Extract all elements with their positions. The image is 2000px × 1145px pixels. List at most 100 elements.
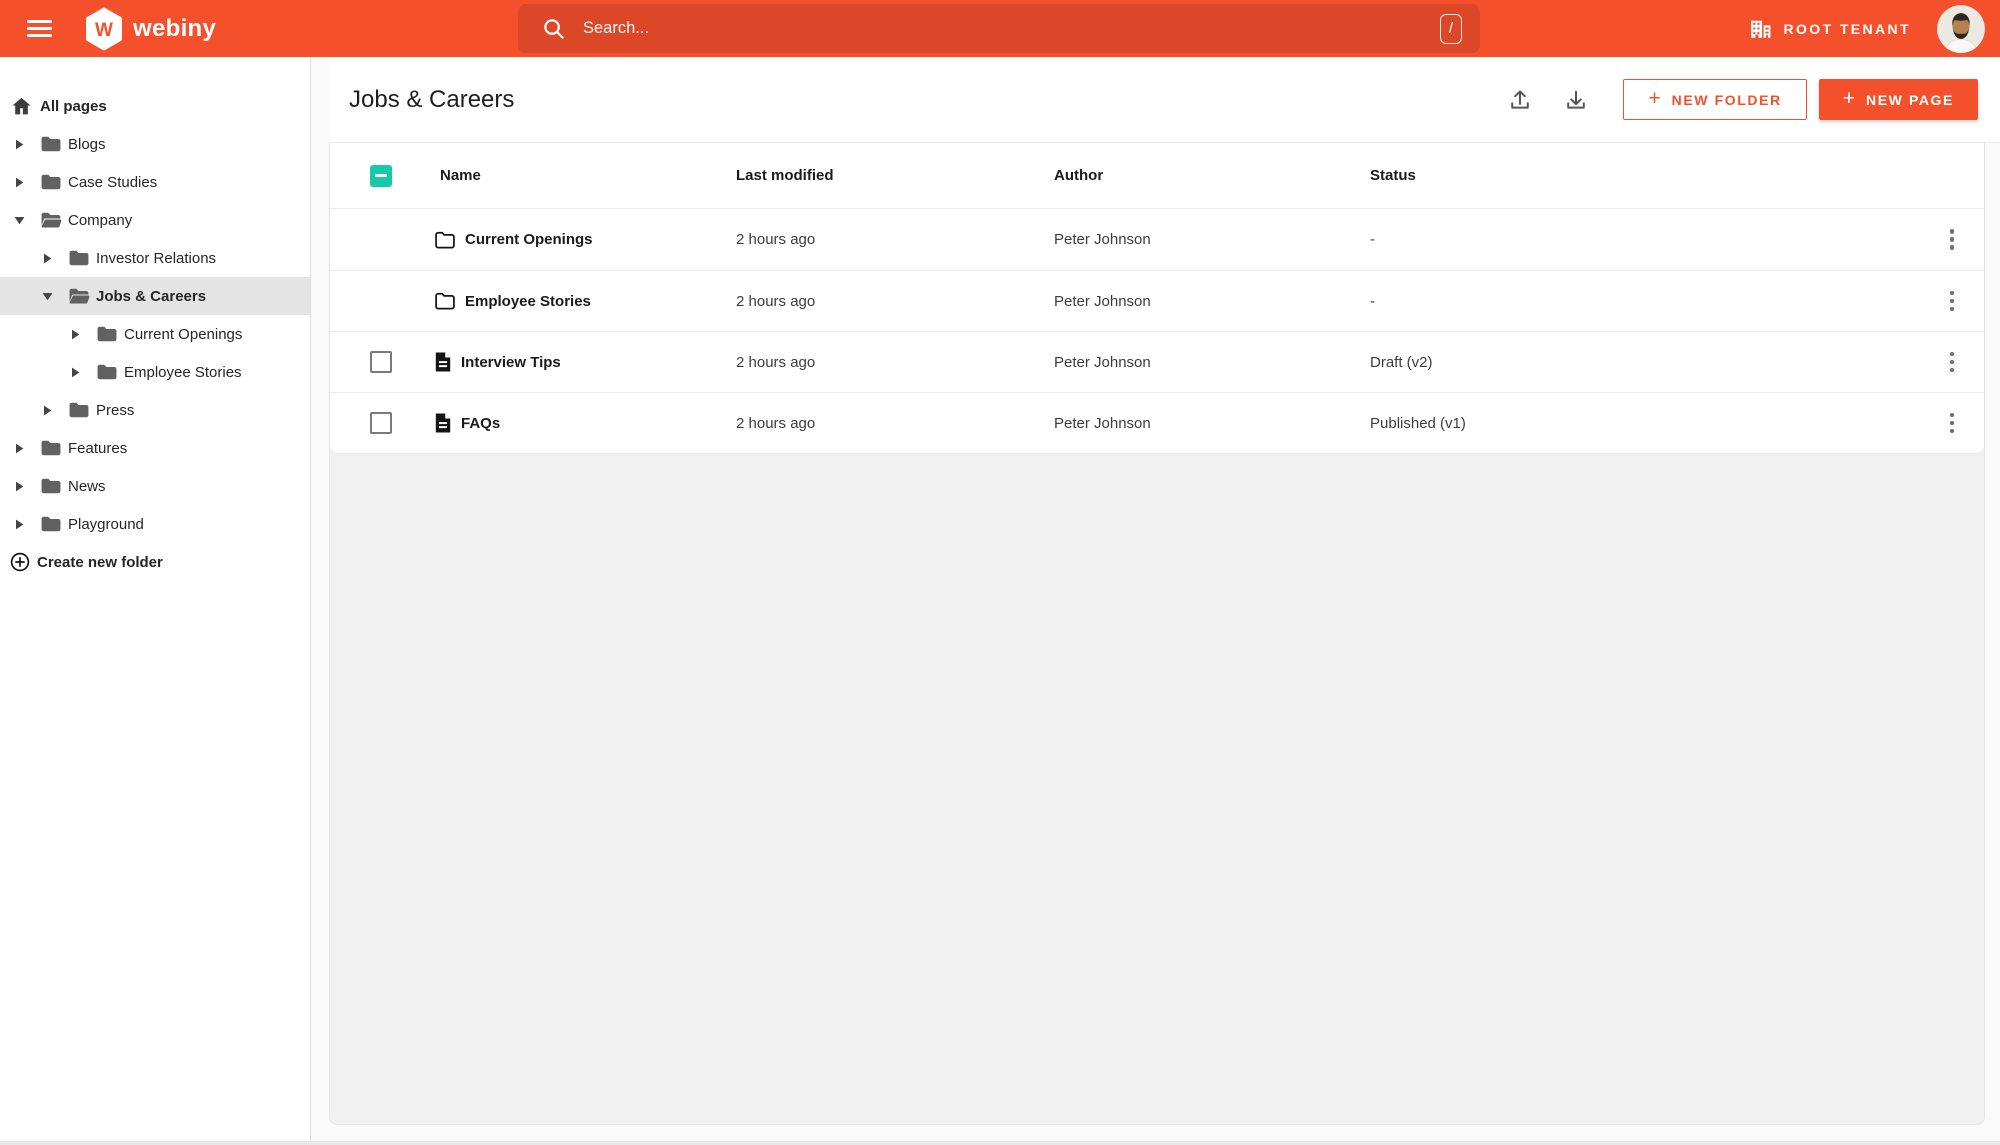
row-name: Interview Tips <box>461 353 561 371</box>
webiny-logo: W webiny <box>84 7 216 51</box>
new-folder-label: NEW FOLDER <box>1671 91 1782 108</box>
caret-right-icon[interactable] <box>14 177 25 188</box>
caret-right-icon[interactable] <box>42 253 53 264</box>
create-new-folder-button[interactable]: Create new folder <box>0 543 310 581</box>
sidebar-item-case-studies[interactable]: Case Studies <box>0 163 310 201</box>
sidebar-item-jobs-careers[interactable]: Jobs & Careers <box>0 277 310 315</box>
caret-right-icon[interactable] <box>70 367 81 378</box>
folder-closed-icon <box>96 325 118 343</box>
folder-open-icon <box>68 287 90 305</box>
table-row[interactable]: Current Openings 2 hours ago Peter Johns… <box>330 209 1984 270</box>
page-title: Jobs & Careers <box>349 85 515 113</box>
sidebar-item-company[interactable]: Company <box>0 201 310 239</box>
create-folder-label: Create new folder <box>37 553 163 571</box>
sidebar-item-label: Press <box>96 401 135 419</box>
folder-closed-icon <box>40 477 62 495</box>
caret-right-icon[interactable] <box>42 405 53 416</box>
row-checkbox[interactable] <box>370 412 392 434</box>
sidebar-item-employee-stories[interactable]: Employee Stories <box>0 353 310 391</box>
building-icon <box>1751 20 1771 38</box>
select-all-checkbox[interactable] <box>370 164 392 187</box>
svg-text:W: W <box>95 20 113 41</box>
content-header: Jobs & Careers + NEW FOLDER + NEW PAGE <box>329 57 2000 143</box>
caret-down-icon[interactable] <box>42 292 53 301</box>
document-icon <box>435 413 451 433</box>
kebab-menu-icon[interactable] <box>1942 221 1962 257</box>
row-author: Peter Johnson <box>1054 414 1151 432</box>
search-icon <box>544 19 564 39</box>
download-icon <box>1567 90 1586 109</box>
search-bar[interactable]: / <box>518 4 1480 53</box>
sidebar-item-news[interactable]: News <box>0 467 310 505</box>
upload-icon <box>1511 89 1530 109</box>
sidebar-item-label: Investor Relations <box>96 249 217 267</box>
folder-closed-icon <box>96 363 118 381</box>
sidebar-item-investor-relations[interactable]: Investor Relations <box>0 239 310 277</box>
kebab-menu-icon[interactable] <box>1942 283 1962 319</box>
row-author: Peter Johnson <box>1054 353 1151 371</box>
document-icon <box>435 352 451 372</box>
import-button[interactable] <box>1555 79 1597 121</box>
sidebar-item-label: Blogs <box>68 135 106 153</box>
export-button[interactable] <box>1499 79 1541 121</box>
tenant-selector[interactable]: ROOT TENANT <box>1748 16 1911 41</box>
sidebar-item-label: Playground <box>68 515 144 533</box>
folder-closed-icon <box>68 249 90 267</box>
sidebar-item-blogs[interactable]: Blogs <box>0 125 310 163</box>
caret-right-icon[interactable] <box>14 443 25 454</box>
row-status: Draft (v2) <box>1370 353 1433 371</box>
circle-plus-icon <box>10 552 30 572</box>
caret-right-icon[interactable] <box>14 481 25 492</box>
sidebar-item-features[interactable]: Features <box>0 429 310 467</box>
column-header-status: Status <box>1370 167 1416 184</box>
bottom-edge-strip <box>0 1141 2000 1145</box>
search-input[interactable] <box>583 19 1440 38</box>
folder-closed-icon <box>68 401 90 419</box>
plus-icon: + <box>1842 87 1855 110</box>
row-last-modified: 2 hours ago <box>736 292 816 310</box>
row-author: Peter Johnson <box>1054 231 1151 248</box>
table-header-row: Name Last modified Author Status <box>330 143 1984 209</box>
caret-right-icon[interactable] <box>70 329 81 340</box>
main-content: Jobs & Careers + NEW FOLDER + NEW PAGE N… <box>329 57 2000 1145</box>
sidebar-item-label: News <box>68 477 106 495</box>
app-bar: W webiny / ROOT TENANT <box>0 0 2000 57</box>
table-row[interactable]: Employee Stories 2 hours ago Peter Johns… <box>330 270 1984 331</box>
caret-down-icon[interactable] <box>14 216 25 225</box>
folder-closed-icon <box>40 135 62 153</box>
webiny-hexagon-icon: W <box>86 7 122 50</box>
sidebar-item-current-openings[interactable]: Current Openings <box>0 315 310 353</box>
home-icon <box>12 97 31 114</box>
folder-open-icon <box>40 211 62 229</box>
sidebar-item-playground[interactable]: Playground <box>0 505 310 543</box>
sidebar-item-press[interactable]: Press <box>0 391 310 429</box>
sidebar-item-label: Features <box>68 439 128 457</box>
sidebar-item-label: Company <box>68 211 133 229</box>
kebab-menu-icon[interactable] <box>1942 344 1962 380</box>
new-folder-button[interactable]: + NEW FOLDER <box>1623 79 1807 120</box>
caret-right-icon[interactable] <box>14 519 25 530</box>
row-name: Employee Stories <box>465 292 591 310</box>
row-last-modified: 2 hours ago <box>736 414 816 432</box>
folder-outline-icon <box>435 231 455 248</box>
row-checkbox[interactable] <box>370 351 392 373</box>
caret-right-icon[interactable] <box>14 139 25 150</box>
row-author: Peter Johnson <box>1054 292 1151 310</box>
row-last-modified: 2 hours ago <box>736 353 816 371</box>
sidebar-item-label: Jobs & Careers <box>96 287 207 305</box>
sidebar-item-all-pages[interactable]: All pages <box>0 87 310 125</box>
search-shortcut-badge: / <box>1440 13 1462 44</box>
table-row[interactable]: FAQs 2 hours ago Peter Johnson Published… <box>330 392 1984 453</box>
folder-tree-sidebar: All pages Blogs Case Studies Company Inv… <box>0 57 311 1141</box>
plus-icon: + <box>1648 87 1661 110</box>
kebab-menu-icon[interactable] <box>1942 405 1962 441</box>
folder-closed-icon <box>40 439 62 457</box>
row-status: Published (v1) <box>1370 414 1466 432</box>
user-avatar[interactable] <box>1937 4 1985 53</box>
hamburger-menu-icon[interactable] <box>16 9 62 49</box>
new-page-button[interactable]: + NEW PAGE <box>1818 79 1978 120</box>
row-name: FAQs <box>461 414 501 432</box>
sidebar-item-label: Case Studies <box>68 173 158 191</box>
table-row[interactable]: Interview Tips 2 hours ago Peter Johnson… <box>330 331 1984 392</box>
row-name: Current Openings <box>465 231 593 248</box>
